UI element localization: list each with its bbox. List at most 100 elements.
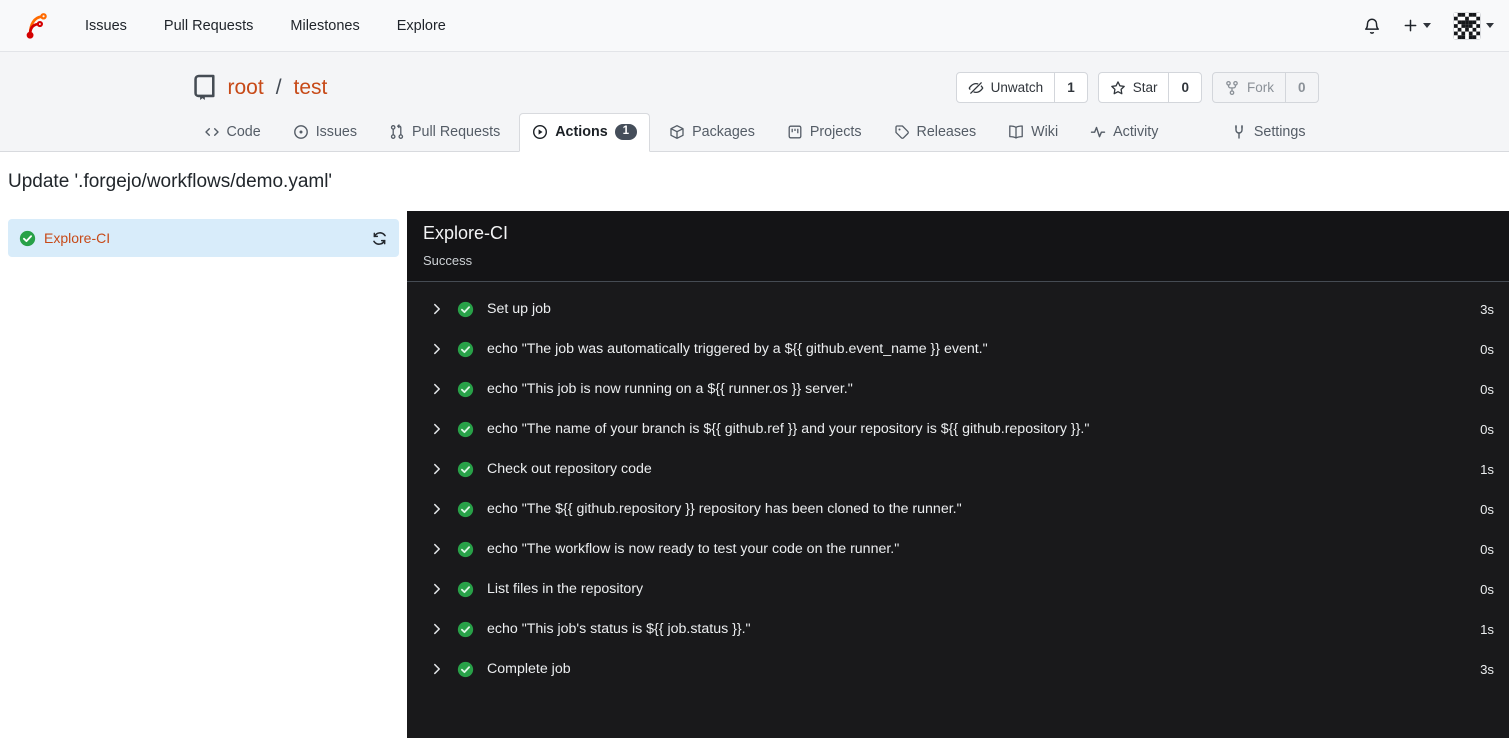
step-duration: 1s (1480, 621, 1494, 637)
run-view: Explore-CI Explore-CI Success Set up job… (0, 211, 1509, 738)
log-job-status: Success (423, 253, 473, 268)
step-duration: 3s (1480, 661, 1494, 677)
nav-item-pull-requests[interactable]: Pull Requests (164, 18, 253, 34)
check-circle-icon (457, 421, 474, 437)
step-name: Check out repository code (487, 461, 652, 477)
step-row[interactable]: Complete job 3s (430, 649, 1494, 689)
refresh-icon[interactable] (371, 230, 388, 247)
git-fork-icon (1226, 80, 1238, 95)
step-duration: 0s (1480, 421, 1494, 437)
code-icon (204, 127, 219, 136)
project-icon (788, 125, 802, 139)
tab-projects[interactable]: Projects (774, 113, 875, 152)
step-duration: 0s (1480, 381, 1494, 397)
navbar-links: Issues Pull Requests Milestones Explore (85, 18, 446, 34)
git-pull-request-icon (390, 124, 404, 139)
tab-actions[interactable]: Actions 1 (519, 113, 651, 152)
step-name: echo "This job's status is ${{ job.statu… (487, 621, 751, 637)
repo-name-link[interactable]: test (294, 76, 328, 100)
step-duration: 0s (1480, 501, 1494, 517)
chevron-down-icon (1423, 23, 1431, 28)
tab-settings[interactable]: Settings (1218, 113, 1319, 152)
repo-action-buttons: Unwatch 1 Star 0 Fork 0 (955, 72, 1319, 103)
chevron-right-icon[interactable] (430, 302, 444, 316)
fork-button: Fork (1213, 73, 1285, 102)
step-row[interactable]: Check out repository code 1s (430, 449, 1494, 489)
navbar-right (1363, 11, 1494, 40)
repo-owner-link[interactable]: root (228, 76, 264, 100)
step-name: echo "This job is now running on a ${{ r… (487, 381, 853, 397)
step-duration: 3s (1480, 301, 1494, 317)
chevron-down-icon (1486, 23, 1494, 28)
nav-item-milestones[interactable]: Milestones (290, 18, 359, 34)
step-row[interactable]: echo "The workflow is now ready to test … (430, 529, 1494, 569)
user-menu-button[interactable] (1453, 11, 1494, 40)
notifications-button[interactable] (1363, 17, 1381, 35)
tab-pull-requests[interactable]: Pull Requests (376, 113, 513, 152)
job-item-explore-ci[interactable]: Explore-CI (8, 219, 399, 257)
chevron-right-icon[interactable] (430, 382, 444, 396)
check-circle-icon (19, 230, 36, 246)
stars-count[interactable]: 0 (1168, 73, 1201, 102)
check-circle-icon (457, 581, 474, 597)
top-navbar: Issues Pull Requests Milestones Explore (0, 0, 1509, 52)
tab-activity[interactable]: Activity (1077, 113, 1171, 152)
issue-opened-icon (293, 125, 308, 139)
star-icon (1110, 80, 1125, 94)
star-button-group: Star 0 (1097, 72, 1202, 103)
watchers-count[interactable]: 1 (1054, 73, 1087, 102)
tab-wiki[interactable]: Wiki (995, 113, 1071, 152)
check-circle-icon (457, 541, 474, 557)
chevron-right-icon[interactable] (430, 622, 444, 636)
tag-icon (894, 125, 909, 139)
step-row[interactable]: echo "The ${{ github.repository }} repos… (430, 489, 1494, 529)
run-title: Update '.forgejo/workflows/demo.yaml' (0, 152, 1509, 211)
chevron-right-icon[interactable] (430, 582, 444, 596)
pulse-icon (1090, 126, 1106, 138)
step-name: echo "The workflow is now ready to test … (487, 541, 900, 557)
tab-code[interactable]: Code (191, 113, 274, 152)
step-row[interactable]: echo "The name of your branch is ${{ git… (430, 409, 1494, 449)
check-circle-icon (457, 461, 474, 477)
create-new-button[interactable] (1403, 18, 1431, 33)
step-name: echo "The ${{ github.repository }} repos… (487, 501, 962, 517)
forgejo-logo[interactable] (23, 12, 49, 40)
chevron-right-icon[interactable] (430, 422, 444, 436)
tab-issues[interactable]: Issues (280, 113, 370, 152)
check-circle-icon (457, 301, 474, 317)
chevron-right-icon[interactable] (430, 662, 444, 676)
repo-header: root / test Unwatch 1 Star 0 Fork 0 Code… (0, 52, 1509, 152)
check-circle-icon (457, 501, 474, 517)
step-row[interactable]: echo "This job's status is ${{ job.statu… (430, 609, 1494, 649)
step-row[interactable]: Set up job 3s (430, 289, 1494, 329)
play-circle-icon (533, 124, 548, 140)
tab-packages[interactable]: Packages (656, 113, 768, 152)
nav-item-issues[interactable]: Issues (85, 18, 127, 34)
step-duration: 0s (1480, 581, 1494, 597)
nav-item-explore[interactable]: Explore (397, 18, 446, 34)
bell-icon (1364, 18, 1380, 34)
actions-count-badge: 1 (614, 124, 638, 140)
job-name-link[interactable]: Explore-CI (44, 230, 110, 246)
star-button[interactable]: Star (1099, 73, 1169, 102)
step-row[interactable]: echo "The job was automatically triggere… (430, 329, 1494, 369)
chevron-right-icon[interactable] (430, 342, 444, 356)
step-name: Complete job (487, 661, 571, 677)
forks-count: 0 (1284, 73, 1318, 102)
chevron-right-icon[interactable] (430, 462, 444, 476)
watch-button-group: Unwatch 1 (955, 72, 1088, 103)
tab-releases[interactable]: Releases (881, 113, 990, 152)
step-duration: 0s (1480, 341, 1494, 357)
check-circle-icon (457, 661, 474, 677)
repo-path-separator: / (275, 75, 282, 99)
step-row[interactable]: echo "This job is now running on a ${{ r… (430, 369, 1494, 409)
chevron-right-icon[interactable] (430, 542, 444, 556)
repo-title: root / test (191, 74, 328, 101)
step-row[interactable]: List files in the repository 0s (430, 569, 1494, 609)
unwatch-button[interactable]: Unwatch (957, 73, 1055, 102)
check-circle-icon (457, 381, 474, 397)
fork-button-group: Fork 0 (1211, 72, 1319, 103)
chevron-right-icon[interactable] (430, 502, 444, 516)
check-circle-icon (457, 341, 474, 357)
step-name: Set up job (487, 301, 551, 317)
